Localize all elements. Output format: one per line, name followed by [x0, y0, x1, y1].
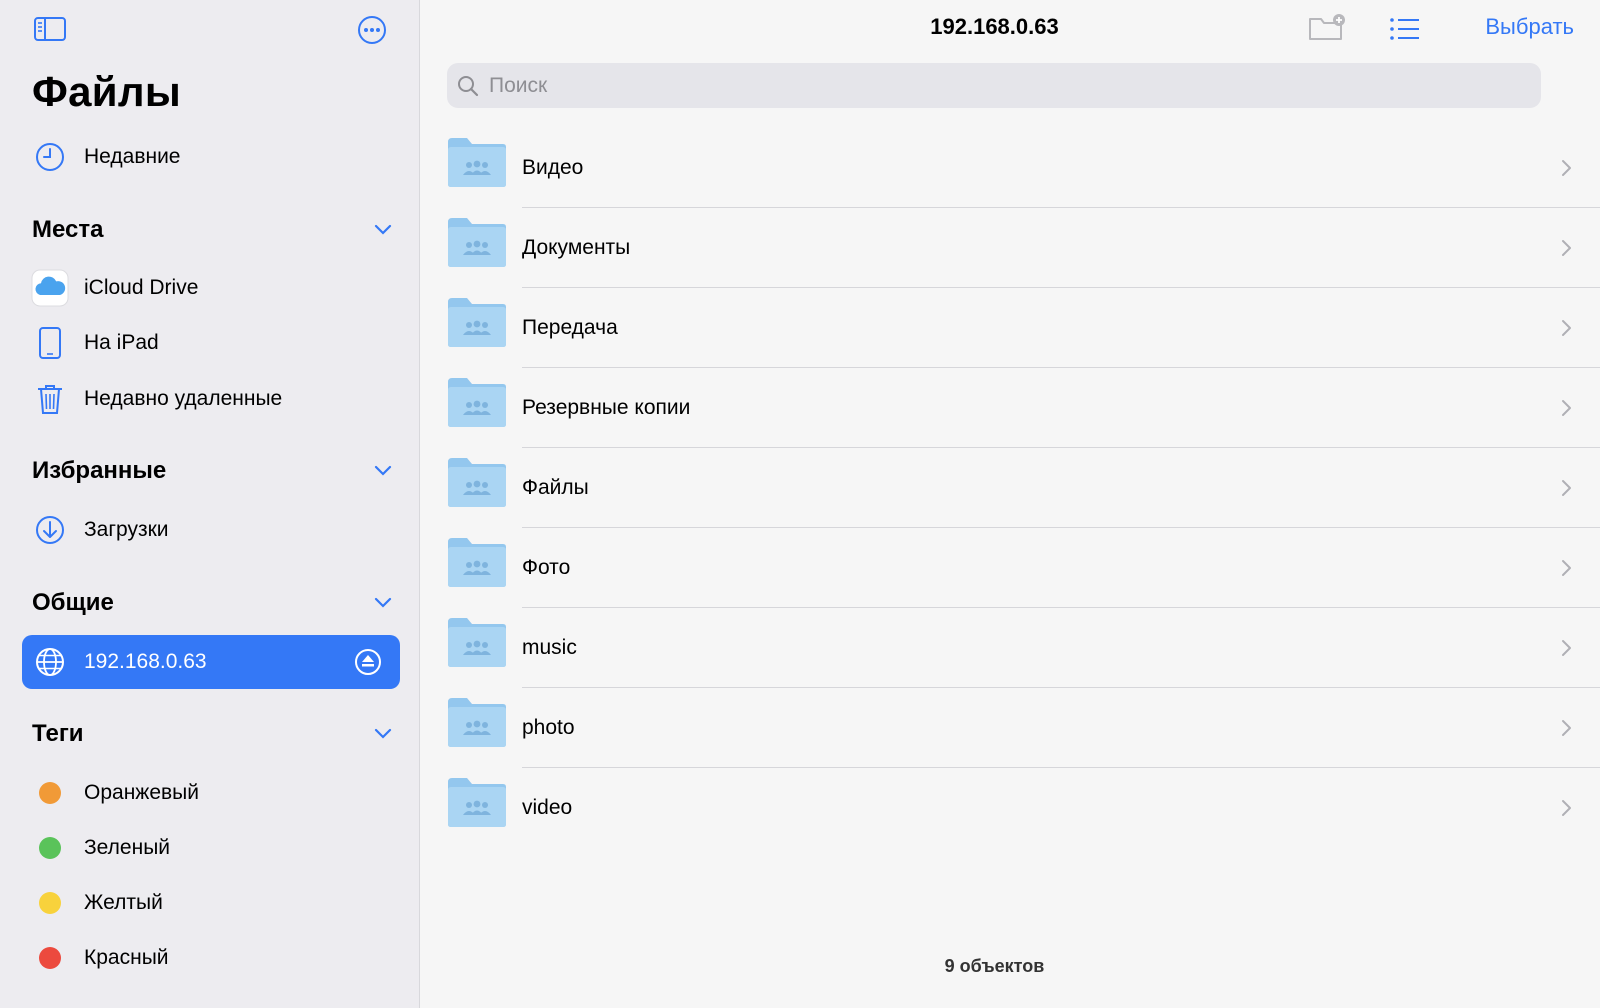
item-count: 9 объектов — [944, 956, 1045, 976]
folder-row[interactable]: Видео — [421, 128, 1600, 208]
tag-color-dot — [39, 947, 61, 969]
sidebar-item-label: Недавние — [84, 145, 181, 168]
tag-color-dot — [39, 837, 61, 859]
shared-folder-icon — [447, 456, 507, 508]
shared-folder-icon — [447, 296, 507, 348]
section-tags-header[interactable]: Теги — [32, 714, 392, 754]
sidebar-item-icloud[interactable]: iCloud Drive — [22, 262, 400, 314]
sidebar-item-downloads[interactable]: Загрузки — [22, 504, 400, 556]
more-options-icon[interactable] — [354, 12, 390, 48]
chevron-right-icon — [1560, 714, 1574, 742]
shared-folder-icon — [447, 616, 507, 668]
sidebar-tag-red[interactable]: Красный — [22, 932, 400, 984]
chevron-right-icon — [1560, 394, 1574, 422]
folder-row[interactable]: music — [421, 608, 1600, 688]
folder-row[interactable]: video — [421, 768, 1600, 848]
chevron-right-icon — [1560, 794, 1574, 822]
section-shared-header[interactable]: Общие — [32, 583, 392, 623]
chevron-right-icon — [1560, 554, 1574, 582]
shared-folder-icon — [447, 536, 507, 588]
select-button[interactable]: Выбрать — [1485, 14, 1574, 40]
sidebar-item-label: Зеленый — [84, 836, 171, 859]
section-title: Места — [32, 216, 104, 243]
sidebar-item-label: 192.168.0.63 — [84, 650, 207, 673]
globe-icon — [22, 636, 78, 688]
sidebar-item-recently-deleted[interactable]: Недавно удаленные — [22, 373, 400, 425]
chevron-down-icon[interactable] — [374, 465, 392, 477]
shared-folder-icon — [447, 696, 507, 748]
folder-row[interactable]: Резервные копии — [421, 368, 1600, 448]
chevron-right-icon — [1560, 474, 1574, 502]
sidebar-item-label: На iPad — [84, 331, 159, 354]
sidebar: Файлы Недавние Места iCloud Drive На iPa… — [0, 0, 420, 1008]
sidebar-item-label: iCloud Drive — [84, 276, 199, 299]
chevron-down-icon[interactable] — [374, 224, 392, 236]
folder-name: Фото — [522, 556, 571, 579]
folder-name: Документы — [522, 236, 631, 259]
search-bar[interactable] — [447, 63, 1541, 108]
folder-row[interactable]: Фото — [421, 528, 1600, 608]
sidebar-tag-orange[interactable]: Оранжевый — [22, 767, 400, 819]
tag-color-dot — [39, 892, 61, 914]
sidebar-item-label: Недавно удаленные — [84, 387, 283, 410]
shared-folder-icon — [447, 216, 507, 268]
icloud-icon — [22, 262, 78, 314]
sidebar-item-label: Желтый — [84, 891, 163, 914]
sidebar-tag-yellow[interactable]: Желтый — [22, 877, 400, 929]
folder-row[interactable]: Документы — [421, 208, 1600, 288]
folder-name: music — [522, 636, 577, 659]
chevron-down-icon[interactable] — [374, 597, 392, 609]
folder-name: video — [522, 796, 573, 819]
new-folder-icon[interactable] — [1305, 10, 1349, 46]
folder-row[interactable]: photo — [421, 688, 1600, 768]
chevron-right-icon — [1560, 154, 1574, 182]
sidebar-toggle-icon[interactable] — [30, 12, 70, 46]
sidebar-title: Файлы — [32, 68, 182, 115]
section-places-header[interactable]: Места — [32, 210, 392, 250]
chevron-right-icon — [1560, 634, 1574, 662]
search-icon — [458, 75, 479, 96]
section-title: Теги — [32, 720, 84, 747]
section-title: Общие — [32, 589, 114, 616]
section-title: Избранные — [32, 457, 167, 484]
sidebar-item-recents[interactable]: Недавние — [22, 131, 400, 183]
ipad-icon — [22, 317, 78, 369]
folder-name: Резервные копии — [522, 396, 691, 419]
tag-color-dot — [39, 782, 61, 804]
folder-name: Видео — [522, 156, 584, 179]
sidebar-item-label: Оранжевый — [84, 781, 199, 804]
folder-row[interactable]: Файлы — [421, 448, 1600, 528]
shared-folder-icon — [447, 776, 507, 828]
folder-name: photo — [522, 716, 575, 739]
folder-row[interactable]: Передача — [421, 288, 1600, 368]
search-input[interactable] — [487, 72, 1491, 99]
sidebar-item-label: Красный — [84, 946, 169, 969]
sidebar-item-server[interactable]: 192.168.0.63 — [22, 635, 400, 689]
sidebar-item-label: Загрузки — [84, 518, 169, 541]
list-view-icon[interactable] — [1387, 12, 1423, 46]
shared-folder-icon — [447, 376, 507, 428]
shared-folder-icon — [447, 136, 507, 188]
main-content: 192.168.0.63 Выбрать ВидеоДокументыПеред… — [421, 0, 1600, 1008]
chevron-right-icon — [1560, 234, 1574, 262]
clock-icon — [22, 131, 78, 183]
folder-name: Файлы — [522, 476, 589, 499]
trash-icon — [22, 373, 78, 425]
section-favorites-header[interactable]: Избранные — [32, 451, 392, 491]
sidebar-tag-green[interactable]: Зеленый — [22, 822, 400, 874]
chevron-down-icon[interactable] — [374, 728, 392, 740]
chevron-right-icon — [1560, 314, 1574, 342]
download-icon — [22, 504, 78, 556]
sidebar-item-on-ipad[interactable]: На iPad — [22, 317, 400, 369]
folder-name: Передача — [522, 316, 618, 339]
eject-icon[interactable] — [348, 642, 388, 682]
